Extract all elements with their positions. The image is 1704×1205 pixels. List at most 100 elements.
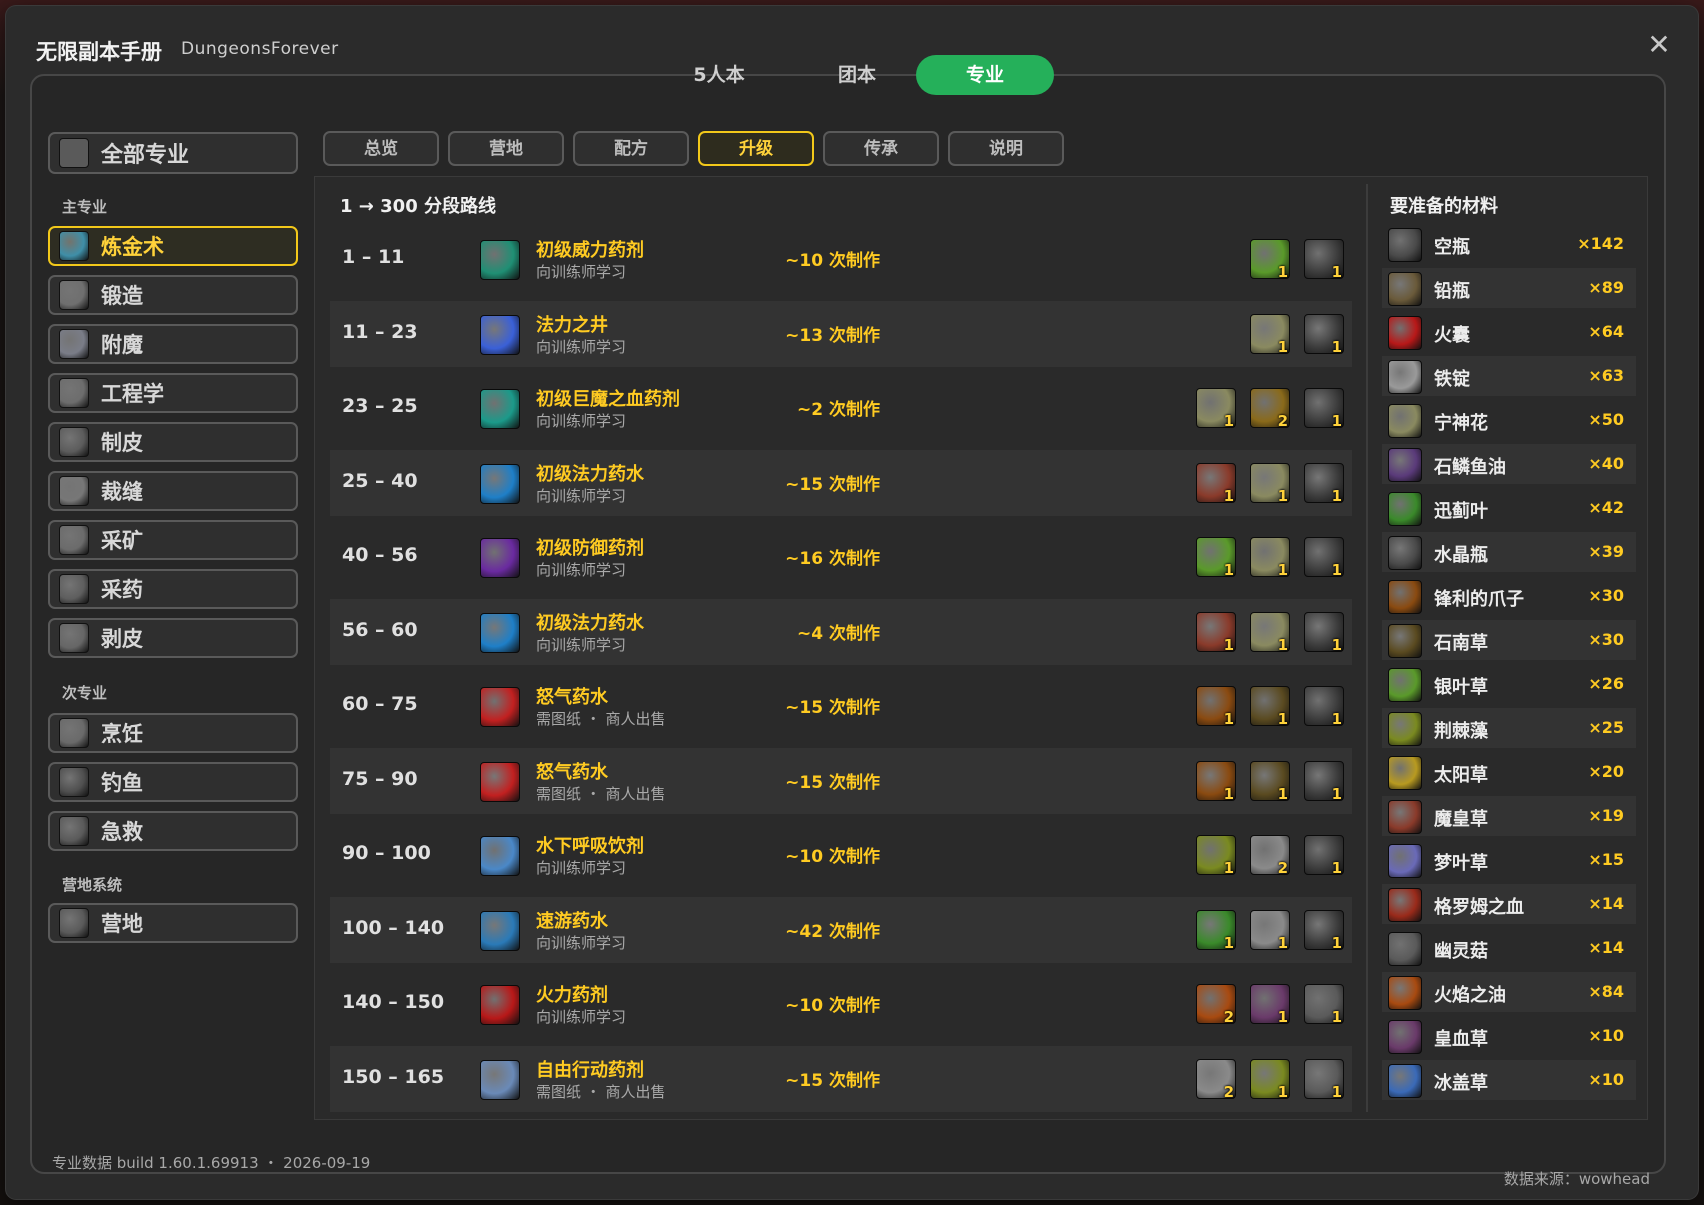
- top-tabs: 5人本 团本 专业: [650, 55, 1070, 99]
- leaded-vial-icon[interactable]: 1: [1304, 1058, 1344, 1101]
- empty-vial-icon[interactable]: 1: [1304, 313, 1344, 356]
- empty-vial-icon[interactable]: 1: [1304, 760, 1344, 803]
- list-item[interactable]: 空瓶 ×142: [1382, 224, 1636, 264]
- empty-vial-icon[interactable]: 1: [1304, 611, 1344, 654]
- blackmouth-oil-icon[interactable]: 2: [1196, 1058, 1236, 1101]
- list-item[interactable]: 冰盖草 ×10: [1382, 1060, 1636, 1100]
- list-item[interactable]: 魔皇草 ×19: [1382, 796, 1636, 836]
- sidebar-item-spool[interactable]: 裁缝: [48, 471, 298, 511]
- list-item[interactable]: 石鳞鱼油 ×40: [1382, 444, 1636, 484]
- sidebar-item-pickaxe[interactable]: 采矿: [48, 520, 298, 560]
- tab-sub-2[interactable]: 配方: [573, 131, 689, 166]
- material-name: 石鳞鱼油: [1434, 457, 1506, 478]
- list-item[interactable]: 迅蓟叶 ×42: [1382, 488, 1636, 528]
- list-item[interactable]: 铁锭 ×63: [1382, 356, 1636, 396]
- list-item[interactable]: 宁神花 ×50: [1382, 400, 1636, 440]
- recipe-name-link[interactable]: 法力之井: [536, 311, 608, 337]
- skill-range: 100 – 140: [342, 916, 445, 939]
- sidebar-item-gear[interactable]: 工程学: [48, 373, 298, 413]
- kingsblood-leaf-icon[interactable]: 1: [1196, 835, 1236, 877]
- recipe-name-link[interactable]: 初级威力药剂: [536, 236, 644, 262]
- list-item[interactable]: 格罗姆之血 ×14: [1382, 884, 1636, 924]
- list-item[interactable]: 锋利的爪子 ×30: [1382, 576, 1636, 616]
- list-item[interactable]: 水晶瓶 ×39: [1382, 532, 1636, 572]
- list-item[interactable]: 太阳草 ×20: [1382, 752, 1636, 792]
- list-item[interactable]: 荆棘藻 ×25: [1382, 708, 1636, 748]
- reagent-list: 1 1 1: [1196, 537, 1344, 579]
- daisy-icon[interactable]: 1: [1250, 462, 1290, 505]
- sidebar-item-skinning[interactable]: 剥皮: [48, 618, 298, 658]
- close-icon[interactable]: ✕: [1644, 30, 1674, 60]
- sidebar-item-anvil[interactable]: 锻造: [48, 275, 298, 315]
- recipe-name-link[interactable]: 自由行动药剂: [536, 1056, 644, 1082]
- recipe-name-link[interactable]: 速游药水: [536, 907, 608, 933]
- empty-vial-icon[interactable]: 1: [1304, 462, 1344, 505]
- recipe-name-link[interactable]: 怒气药水: [536, 758, 608, 784]
- leaded-vial-icon[interactable]: 1: [1304, 984, 1344, 1026]
- list-item[interactable]: 石南草 ×30: [1382, 620, 1636, 660]
- list-item[interactable]: 火焰之油 ×84: [1382, 972, 1636, 1012]
- sidebar-item-cooking[interactable]: 烹饪: [48, 713, 298, 753]
- recipe-name-link[interactable]: 初级防御药剂: [536, 534, 644, 560]
- sidebar-item-label: 锻造: [101, 284, 143, 308]
- tab-sub-5[interactable]: 说明: [948, 131, 1064, 166]
- peacebloom-leaf-icon[interactable]: 1: [1196, 537, 1236, 579]
- sidebar-item-first-aid[interactable]: 急救: [48, 811, 298, 851]
- rose-icon[interactable]: 1: [1196, 611, 1236, 654]
- swiftthistle-icon[interactable]: 1: [1196, 909, 1236, 952]
- sidebar-item-herb[interactable]: 采药: [48, 569, 298, 609]
- list-item[interactable]: 皇血草 ×10: [1382, 1016, 1636, 1056]
- recipe-name-link[interactable]: 初级巨魔之血药剂: [536, 385, 680, 411]
- claw-icon[interactable]: 1: [1196, 760, 1236, 803]
- list-item[interactable]: 火囊 ×64: [1382, 312, 1636, 352]
- kingsblood-icon[interactable]: 1: [1250, 984, 1290, 1026]
- daisy-icon[interactable]: 1: [1250, 313, 1290, 356]
- leaded-vial-icon[interactable]: 1: [1250, 909, 1290, 952]
- root-icon[interactable]: 2: [1250, 388, 1290, 430]
- reagent-quantity: 1: [1277, 635, 1288, 654]
- list-item[interactable]: 梦叶草 ×15: [1382, 840, 1636, 880]
- fire-oil-icon[interactable]: 2: [1250, 835, 1290, 877]
- material-name: 空瓶: [1434, 237, 1470, 258]
- daisy-icon[interactable]: 1: [1196, 388, 1236, 430]
- sidebar-item-all-professions[interactable]: 全部专业: [48, 132, 298, 174]
- stranglekelp-icon[interactable]: 1: [1250, 1058, 1290, 1101]
- tab-sub-0[interactable]: 总览: [323, 131, 439, 166]
- sidebar-item-potion[interactable]: 炼金术: [48, 226, 298, 266]
- recipe-name-link[interactable]: 初级法力药水: [536, 609, 644, 635]
- tab-professions[interactable]: 专业: [916, 55, 1054, 95]
- daisy-icon[interactable]: 1: [1250, 611, 1290, 654]
- empty-vial-icon[interactable]: 1: [1304, 835, 1344, 877]
- material-name: 荆棘藻: [1434, 721, 1488, 742]
- purple-potion-icon: [480, 538, 520, 578]
- tab-5-man[interactable]: 5人本: [650, 55, 788, 95]
- tab-raid[interactable]: 团本: [788, 55, 926, 95]
- tab-sub-3[interactable]: 升级: [698, 131, 814, 166]
- empty-vial-icon[interactable]: 1: [1304, 239, 1344, 281]
- daisy-icon[interactable]: 1: [1250, 537, 1290, 579]
- claw-icon[interactable]: 1: [1196, 686, 1236, 728]
- peacebloom-leaf-icon[interactable]: 1: [1250, 239, 1290, 281]
- sidebar-item-scroll[interactable]: 附魔: [48, 324, 298, 364]
- recipe-name-link[interactable]: 火力药剂: [536, 981, 608, 1007]
- recipe-name-link[interactable]: 初级法力药水: [536, 460, 644, 486]
- recipe-name-link[interactable]: 水下呼吸饮剂: [536, 832, 644, 858]
- fire-oil-icon[interactable]: 2: [1196, 984, 1236, 1026]
- empty-vial-icon[interactable]: 1: [1304, 909, 1344, 952]
- sidebar-item-campfire[interactable]: 营地: [48, 903, 298, 943]
- empty-vial-icon[interactable]: 1: [1304, 686, 1344, 728]
- tab-sub-4[interactable]: 传承: [823, 131, 939, 166]
- list-item[interactable]: 银叶草 ×26: [1382, 664, 1636, 704]
- rose-icon[interactable]: 1: [1196, 462, 1236, 505]
- empty-vial-icon[interactable]: 1: [1304, 388, 1344, 430]
- list-item[interactable]: 铅瓶 ×89: [1382, 268, 1636, 308]
- tab-sub-1[interactable]: 营地: [448, 131, 564, 166]
- briarthorn-icon[interactable]: 1: [1250, 686, 1290, 728]
- recipe-name-link[interactable]: 怒气药水: [536, 683, 608, 709]
- sidebar-item-leather[interactable]: 制皮: [48, 422, 298, 462]
- briarthorn-icon[interactable]: 1: [1250, 760, 1290, 803]
- reagent-quantity: 1: [1223, 486, 1234, 505]
- sidebar-item-fishing[interactable]: 钓鱼: [48, 762, 298, 802]
- list-item[interactable]: 幽灵菇 ×14: [1382, 928, 1636, 968]
- empty-vial-icon[interactable]: 1: [1304, 537, 1344, 579]
